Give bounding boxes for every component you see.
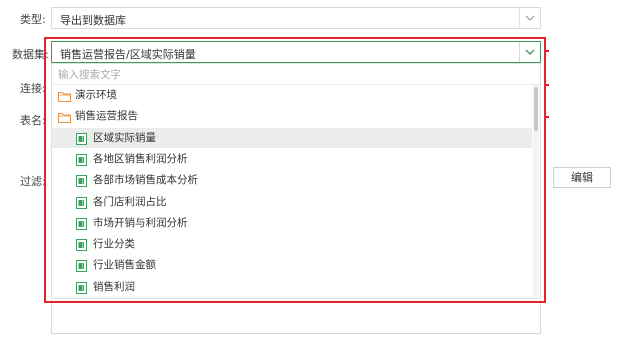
- filter-textarea[interactable]: [51, 300, 541, 334]
- required-marker: [546, 84, 549, 86]
- tree-item-label: 行业销售金额: [93, 259, 156, 272]
- tree-dataset-item[interactable]: 各地区销售利润分析: [52, 149, 532, 169]
- chevron-down-icon[interactable]: [519, 42, 540, 62]
- tree-item-label: 演示环境: [75, 89, 117, 101]
- tree-item-label: 行业分类: [93, 238, 135, 251]
- tree-list: 演示环境销售运营报告区域实际销量各地区销售利润分析 各部市场销售成本分析 各门店利润…: [52, 85, 532, 298]
- dataset-select[interactable]: 销售运营报告/区域实际销量: [51, 41, 541, 63]
- connect-label: 连接:: [20, 82, 46, 95]
- tree-dataset-item[interactable]: 销售利润: [52, 277, 532, 297]
- tree-item-label: 区域实际销量: [93, 131, 156, 144]
- table-label: 表名:: [20, 114, 46, 127]
- tree-item-label: 市场开销与利润分析: [93, 216, 188, 229]
- tree-dataset-item[interactable]: 行业分类: [52, 234, 532, 254]
- tree-dataset-item[interactable]: 各门店利润占比: [52, 192, 532, 212]
- edit-button[interactable]: 编辑: [553, 167, 611, 188]
- tree-folder-item[interactable]: 销售运营报告: [52, 106, 532, 126]
- search-placeholder: 输入搜索文字: [58, 69, 121, 81]
- scrollbar-thumb[interactable]: [534, 87, 538, 131]
- dataset-dropdown: 输入搜索文字 演示环境销售运营报告区域实际销量各地区销售利润分析 各部市场销售成本…: [51, 63, 541, 299]
- tree-dataset-item[interactable]: 区域实际销量: [52, 127, 532, 148]
- tree-folder-item[interactable]: 演示环境: [52, 85, 532, 105]
- tree-dataset-item[interactable]: 市场开销与利润分析: [52, 213, 532, 233]
- tree-item-label: 各门店利润占比: [93, 195, 167, 208]
- tree-dataset-item[interactable]: 各部市场销售成本分析: [52, 170, 532, 190]
- type-select[interactable]: 导出到数据库: [51, 7, 541, 29]
- scrollbar-track[interactable]: [533, 85, 539, 296]
- chevron-down-icon[interactable]: [519, 8, 540, 28]
- tree-item-label: 各地区销售利润分析: [93, 152, 188, 165]
- type-select-value: 导出到数据库: [60, 14, 126, 27]
- dataset-icon: [76, 281, 87, 298]
- tree-dataset-item[interactable]: 行业销售金额: [52, 255, 532, 275]
- type-label: 类型:: [20, 13, 46, 26]
- dataset-select-value: 销售运营报告/区域实际销量: [60, 48, 196, 61]
- required-marker: [546, 116, 549, 118]
- filter-label: 过滤:: [20, 175, 46, 188]
- tree-item-label: 销售运营报告: [75, 110, 138, 123]
- tree-item-label: 各部市场销售成本分析: [93, 174, 198, 187]
- search-input[interactable]: 输入搜索文字: [52, 64, 540, 85]
- required-marker: [546, 50, 549, 52]
- tree-item-label: 销售利润: [93, 280, 135, 293]
